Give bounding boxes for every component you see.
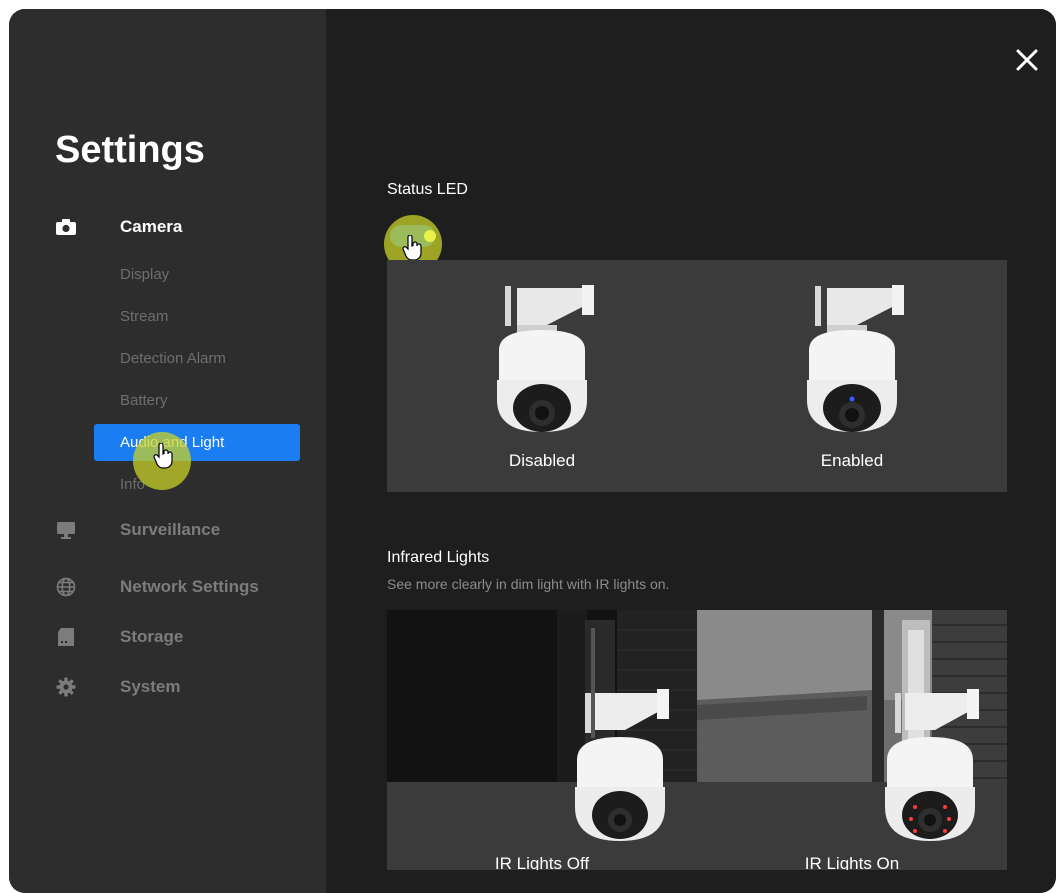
sidebar-item-surveillance[interactable]: Surveillance bbox=[55, 519, 220, 541]
sidebar-item-label: System bbox=[120, 677, 181, 696]
infrared-panel: IR Lights Off IR Lights On bbox=[387, 610, 1007, 870]
close-button[interactable] bbox=[1014, 47, 1040, 73]
status-led-disabled-label: Disabled bbox=[508, 451, 576, 470]
sidebar-subitem-detection-alarm[interactable]: Detection Alarm bbox=[120, 350, 226, 367]
infrared-title: Infrared Lights bbox=[387, 549, 490, 566]
ir-lights-on-label: IR Lights On bbox=[804, 854, 900, 870]
toggle-knob bbox=[424, 230, 436, 242]
storage-icon bbox=[55, 626, 77, 648]
sidebar-item-label: Storage bbox=[120, 627, 184, 646]
globe-icon bbox=[55, 576, 77, 598]
camera-icon bbox=[55, 216, 77, 238]
sidebar-subitem-battery[interactable]: Battery bbox=[120, 392, 168, 409]
sidebar-subitem-display[interactable]: Display bbox=[120, 266, 169, 283]
status-led-enabled-label: Enabled bbox=[820, 451, 884, 470]
camera-ir-on-image bbox=[885, 689, 979, 841]
hand-cursor-icon bbox=[153, 443, 173, 469]
sidebar-item-camera[interactable]: Camera bbox=[55, 216, 182, 238]
monitor-icon bbox=[55, 519, 77, 541]
sidebar-item-label: Camera bbox=[120, 217, 183, 236]
ir-lights-off-label: IR Lights Off bbox=[494, 854, 590, 870]
sidebar-subitem-stream[interactable]: Stream bbox=[120, 308, 168, 325]
hand-cursor-icon bbox=[402, 235, 422, 261]
gear-icon bbox=[55, 676, 77, 698]
sidebar-item-network-settings[interactable]: Network Settings bbox=[55, 576, 259, 598]
close-icon bbox=[1016, 49, 1038, 71]
sidebar-item-label: Surveillance bbox=[120, 520, 221, 539]
main-content: Status LED Disabled Enabled Infrared Lig… bbox=[326, 9, 1056, 893]
camera-disabled-image bbox=[497, 285, 594, 432]
page-title: Settings bbox=[55, 129, 205, 171]
sidebar: Settings Camera Display Stream Detection… bbox=[9, 9, 326, 893]
sidebar-item-storage[interactable]: Storage bbox=[55, 626, 183, 648]
status-led-title: Status LED bbox=[387, 181, 468, 198]
sidebar-item-label: Network Settings bbox=[120, 577, 259, 596]
sidebar-subitem-audio-and-light[interactable]: Audio and Light bbox=[94, 424, 300, 461]
settings-window: Settings Camera Display Stream Detection… bbox=[9, 9, 1056, 893]
status-led-panel: Disabled Enabled bbox=[387, 260, 1007, 492]
camera-enabled-image bbox=[807, 285, 904, 432]
camera-ir-off-image bbox=[575, 689, 669, 841]
infrared-subtitle: See more clearly in dim light with IR li… bbox=[387, 576, 670, 592]
sidebar-item-system[interactable]: System bbox=[55, 676, 180, 698]
